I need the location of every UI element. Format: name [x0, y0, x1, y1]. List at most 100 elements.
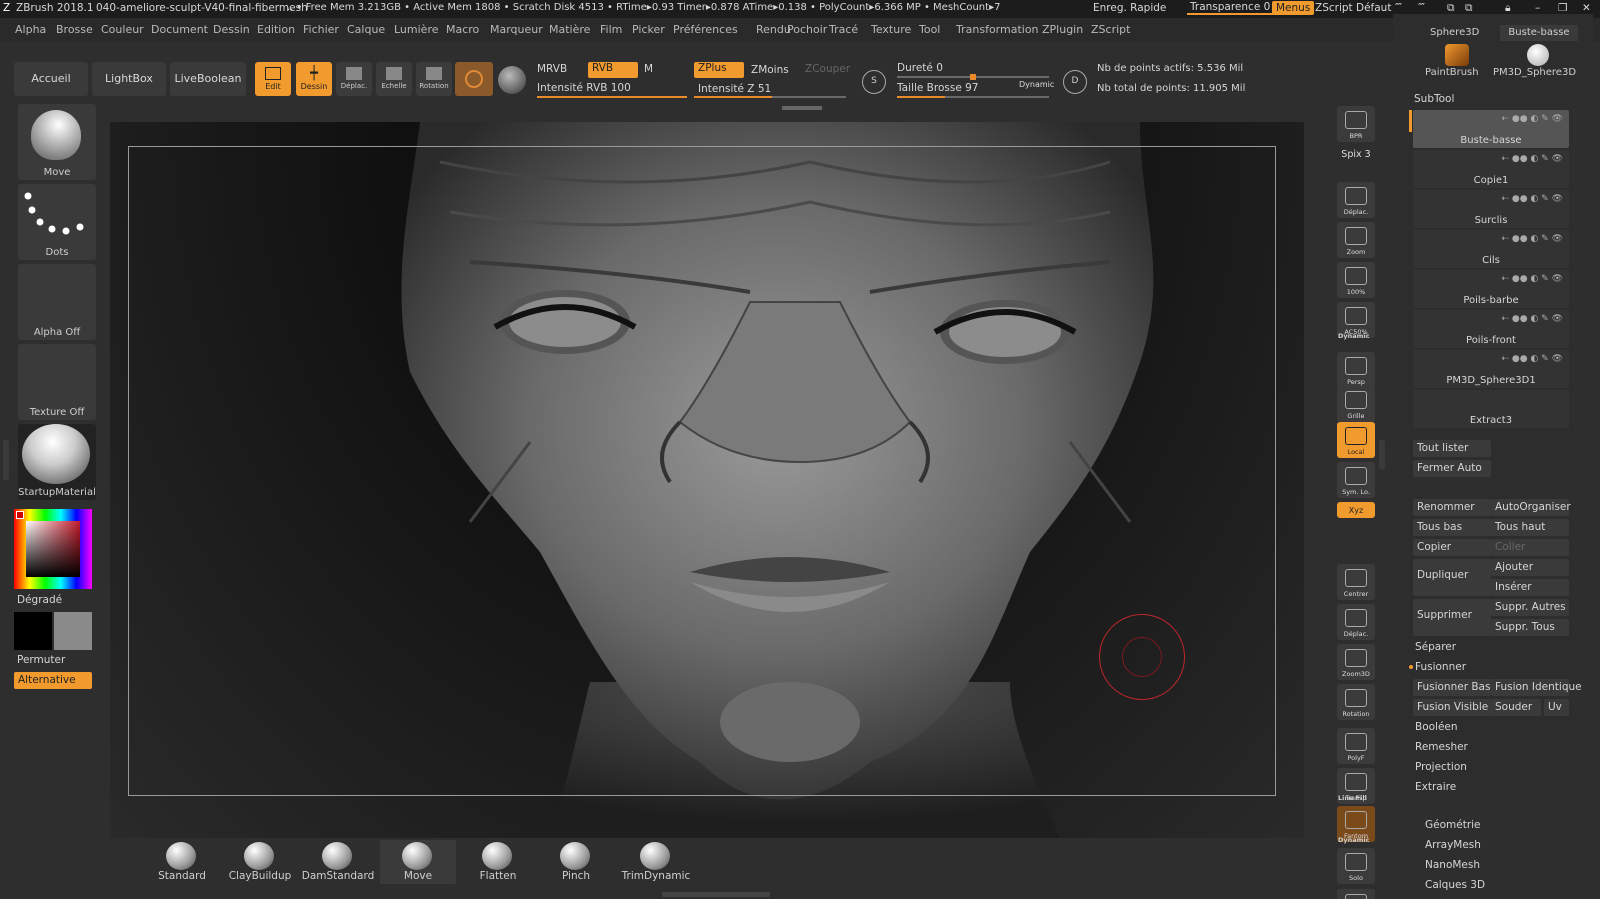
layers3d-section[interactable]: Calques 3D: [1425, 879, 1485, 891]
color-square[interactable]: [26, 521, 80, 577]
brush-thumbnail[interactable]: Move: [18, 104, 96, 180]
menu-transformation[interactable]: Transformation: [956, 23, 1039, 36]
shelf-d-plac--button[interactable]: Déplac.: [1337, 604, 1375, 640]
remesh-button[interactable]: Remesher: [1415, 741, 1468, 753]
subtool-item[interactable]: ⇠ ●● ◐ ✎ 👁︎ PM3D_Sphere3D1: [1413, 350, 1569, 388]
menu-lumi-re[interactable]: Lumière: [394, 23, 439, 36]
menus-toggle[interactable]: Menus: [1272, 1, 1315, 15]
paste-button[interactable]: Coller: [1491, 539, 1569, 556]
delete-other-button[interactable]: Suppr. Autres: [1491, 599, 1569, 616]
focal-shift-icon[interactable]: S: [862, 70, 886, 94]
menu-zplugin[interactable]: ZPlugin: [1042, 23, 1083, 36]
gradient-toggle[interactable]: Dégradé: [17, 594, 62, 606]
project-button[interactable]: Projection: [1415, 761, 1467, 773]
left-tray-handle[interactable]: [3, 440, 9, 480]
tool-sphere3d[interactable]: Sphere3D: [1430, 27, 1479, 38]
secondary-color-swatch[interactable]: [54, 612, 92, 650]
tool-pm3d-sphere3d[interactable]: PM3D_Sphere3D: [1493, 67, 1576, 78]
merge-down-button[interactable]: Fusionner Bas: [1413, 679, 1491, 696]
mrvb-toggle[interactable]: MRVB: [537, 63, 567, 75]
arraymesh-section[interactable]: ArrayMesh: [1425, 839, 1481, 851]
zcut-toggle[interactable]: ZCouper: [805, 63, 850, 75]
dynamic-toggle[interactable]: Dynamic: [1019, 80, 1054, 89]
shelf-rot11-button[interactable]: [1337, 520, 1375, 538]
paintbrush-icon[interactable]: [1445, 44, 1469, 66]
delete-button[interactable]: Supprimer: [1413, 599, 1491, 636]
z-intensity-slider[interactable]: Intensité Z 51: [698, 83, 771, 95]
subtool-item[interactable]: ⇠ ●● ◐ ✎ 👁︎ Surclis: [1413, 190, 1569, 228]
shelf-local-button[interactable]: Local: [1337, 422, 1375, 458]
insert-button[interactable]: Insérer: [1491, 579, 1569, 596]
subtool-item[interactable]: ⇠ ●● ◐ ✎ 👁︎ Poils-front: [1413, 310, 1569, 348]
menu-calque[interactable]: Calque: [347, 23, 385, 36]
weld-button[interactable]: Souder: [1491, 699, 1541, 716]
zscript-default-button[interactable]: ZScript Défaut: [1315, 2, 1391, 14]
merge-visible-button[interactable]: Fusion Visible: [1413, 699, 1491, 716]
menu-alpha[interactable]: Alpha: [15, 23, 46, 36]
menu-marqueur[interactable]: Marqueur: [490, 23, 543, 36]
draw-size-icon[interactable]: D: [1063, 70, 1087, 94]
layout-icon[interactable]: ⁗: [1395, 2, 1402, 14]
shelf-rot12-button[interactable]: [1337, 540, 1375, 558]
menu-rendu[interactable]: Rendu: [756, 23, 791, 36]
subtool-visibility-eye-icon[interactable]: ⇠ ●● ◐ ✎ 👁︎: [1501, 234, 1563, 244]
zminus-toggle[interactable]: ZMoins: [751, 64, 789, 76]
menu-pr-f-rences[interactable]: Préférences: [673, 23, 738, 36]
subtool-visibility-eye-icon[interactable]: ⇠ ●● ◐ ✎ 👁︎: [1501, 274, 1563, 284]
alternative-toggle[interactable]: Alternative: [14, 672, 92, 689]
brush-flatten-button[interactable]: Flatten: [460, 840, 536, 884]
duplicate-button[interactable]: Dupliquer: [1413, 559, 1491, 596]
merge-button[interactable]: Fusionner: [1415, 661, 1466, 673]
rotate-mode-button[interactable]: Rotation: [416, 62, 452, 96]
brush-standard-button[interactable]: Standard: [144, 840, 220, 884]
geometry-section[interactable]: Géométrie: [1425, 819, 1481, 831]
menu-edition[interactable]: Edition: [257, 23, 295, 36]
merge-similar-button[interactable]: Fusion Identique: [1491, 679, 1582, 696]
quick-save-button[interactable]: Enreg. Rapide: [1093, 2, 1166, 14]
menu-film[interactable]: Film: [600, 23, 622, 36]
menu-dessin[interactable]: Dessin: [213, 23, 250, 36]
menu-brosse[interactable]: Brosse: [56, 23, 93, 36]
menu-document[interactable]: Document: [151, 23, 208, 36]
shelf-solo-button[interactable]: Solo: [1337, 848, 1375, 884]
material-thumbnail[interactable]: StartupMaterial: [18, 424, 96, 500]
toolbar-scroll-handle[interactable]: [782, 106, 822, 110]
shelf-100--button[interactable]: 100%: [1337, 262, 1375, 298]
shelf-persp-button[interactable]: Persp: [1337, 352, 1375, 388]
shelf-zoom-button[interactable]: Zoom: [1337, 222, 1375, 258]
copy-button[interactable]: Copier: [1413, 539, 1491, 556]
append-button[interactable]: Ajouter: [1491, 559, 1569, 576]
shelf-centrer-button[interactable]: Centrer: [1337, 564, 1375, 600]
edit-mode-button[interactable]: Edit: [255, 62, 291, 96]
autoorganize-button[interactable]: AutoOrganiser: [1491, 499, 1571, 516]
viewport-canvas[interactable]: [110, 122, 1304, 838]
menu-fichier[interactable]: Fichier: [303, 23, 339, 36]
auto-close-button[interactable]: Fermer Auto: [1413, 460, 1491, 477]
menu-trac-[interactable]: Tracé: [829, 23, 858, 36]
layout2-icon[interactable]: ⁗: [1418, 2, 1425, 14]
menu-mati-re[interactable]: Matière: [549, 23, 590, 36]
home-button[interactable]: Accueil: [14, 62, 88, 96]
menu-texture[interactable]: Texture: [871, 23, 911, 36]
menu-picker[interactable]: Picker: [632, 23, 665, 36]
all-low-button[interactable]: Tous bas: [1413, 519, 1491, 536]
right-tray-handle[interactable]: [1379, 440, 1385, 470]
brush-pinch-button[interactable]: Pinch: [538, 840, 614, 884]
tool-paintbrush[interactable]: PaintBrush: [1425, 67, 1479, 78]
brush-claybuildup-button[interactable]: ClayBuildup: [222, 840, 298, 884]
shelf-zoom3d-button[interactable]: Zoom3D: [1337, 644, 1375, 680]
hardness-thumb[interactable]: [970, 74, 976, 80]
subtool-item[interactable]: ⇠ ●● ◐ ✎ 👁︎ Poils-barbe: [1413, 270, 1569, 308]
subtool-visibility-eye-icon[interactable]: ⇠ ●● ◐ ✎ 👁︎: [1501, 154, 1563, 164]
menu-pochoir[interactable]: Pochoir: [787, 23, 827, 36]
sphere-icon[interactable]: [1527, 44, 1549, 66]
subtool-title[interactable]: SubTool: [1414, 93, 1454, 105]
shelf-polyf-button[interactable]: PolyF: [1337, 728, 1375, 764]
shelf-xyz-button[interactable]: Xyz: [1337, 502, 1375, 518]
stroke-thumbnail[interactable]: Dots: [18, 184, 96, 260]
menu-macro[interactable]: Macro: [446, 23, 479, 36]
menu-tool[interactable]: Tool: [919, 23, 940, 36]
shelf-eclat--button[interactable]: Eclaté: [1337, 889, 1375, 899]
brush-trimdynamic-button[interactable]: TrimDynamic: [618, 840, 694, 884]
swap-colors-button[interactable]: Permuter: [17, 654, 65, 666]
